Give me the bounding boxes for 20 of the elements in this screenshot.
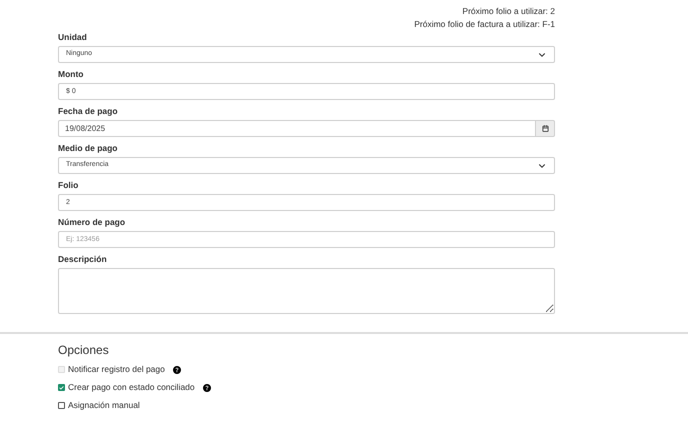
field-label: Descripción <box>58 254 108 264</box>
field-label: Folio <box>58 180 80 190</box>
field-label: Unidad <box>58 32 88 42</box>
checkbox-label: Crear pago con estado conciliado <box>68 381 195 394</box>
textarea-field[interactable] <box>58 268 555 314</box>
field-label: Fecha de pago <box>58 106 119 116</box>
checkbox-label: Notificar registro del pago <box>68 363 165 376</box>
info-text: Próximo folio a utilizar: 2 <box>461 5 555 18</box>
date-field[interactable]: 19/08/2025 <box>58 120 536 137</box>
checkbox-label: Asignación manual <box>68 399 140 412</box>
info-text: Próximo folio de factura a utilizar: F-1 <box>413 18 555 31</box>
calendar-button[interactable] <box>536 120 555 137</box>
calendar-icon <box>542 125 548 132</box>
field-label: Monto <box>58 69 84 79</box>
checkbox[interactable] <box>58 402 65 409</box>
checkbox[interactable] <box>58 384 65 391</box>
section-title: Opciones <box>58 342 110 358</box>
field-label: Número de pago <box>58 217 126 227</box>
help-icon[interactable] <box>202 384 211 392</box>
field-label: Medio de pago <box>58 143 118 153</box>
